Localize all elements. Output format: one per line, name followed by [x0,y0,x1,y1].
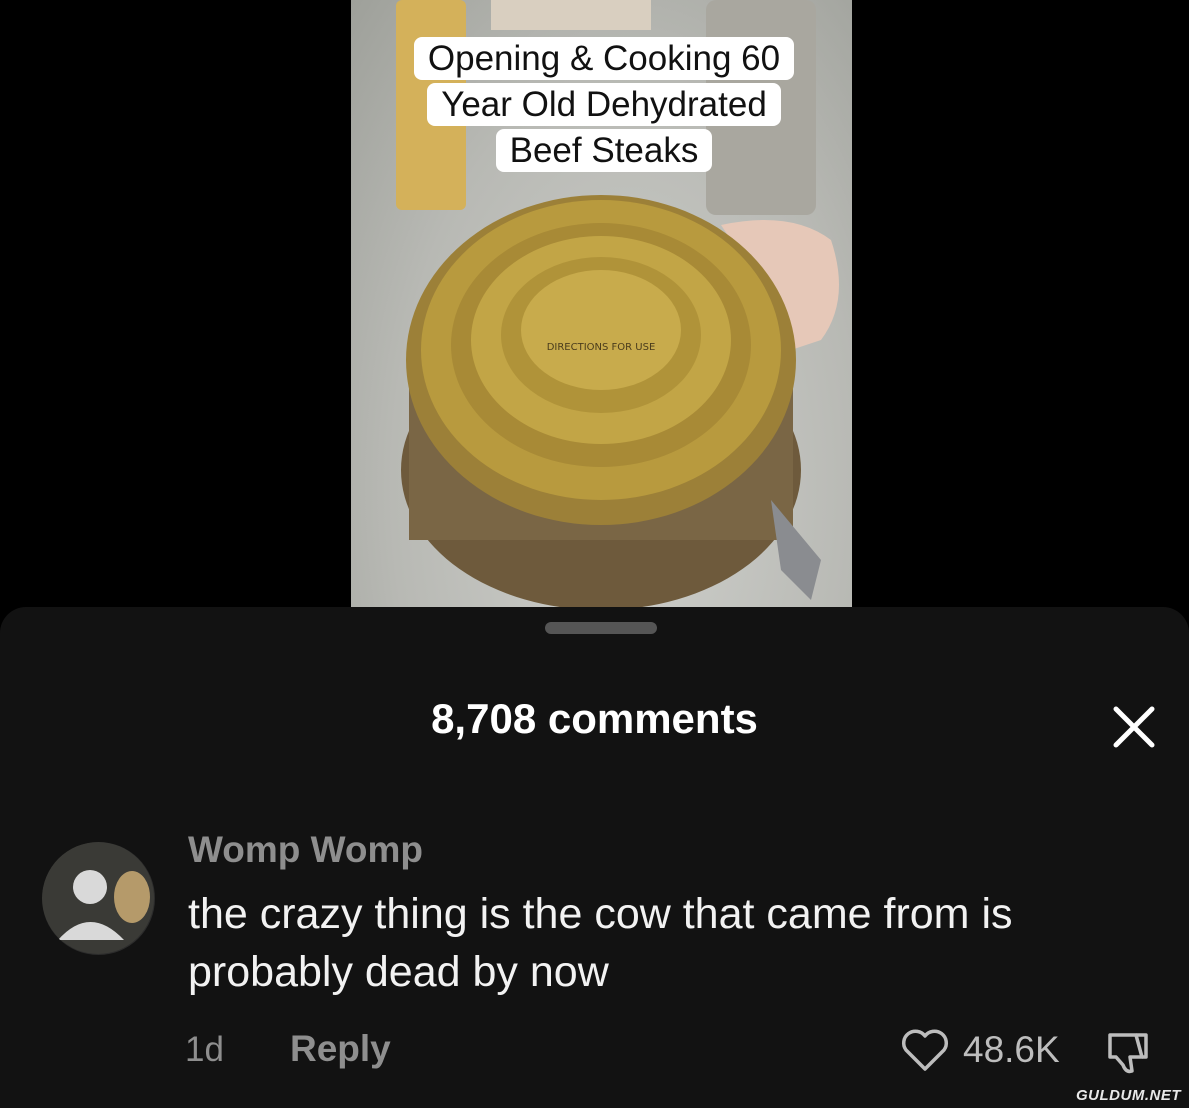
close-icon[interactable] [1106,699,1162,755]
comment-text: the crazy thing is the cow that came fro… [188,890,1013,996]
caption-line-3: Beef Steaks [495,129,713,172]
thumbs-down-icon[interactable] [1100,1025,1156,1081]
drag-handle[interactable] [545,622,657,634]
caption-line-2: Year Old Dehydrated [427,83,781,126]
video-thumbnail[interactable]: DIRECTIONS FOR USE Opening & Cooking 60 … [351,0,852,607]
comments-count: 8,708 comments [431,695,758,742]
avatar-image [42,842,154,954]
comment-age: 1d [185,1030,224,1069]
avatar[interactable] [42,842,155,955]
caption-line-1: Opening & Cooking 60 [413,37,795,80]
comments-sheet: 8,708 comments Womp Womp the crazy thing… [0,607,1189,1108]
svg-text:DIRECTIONS FOR USE: DIRECTIONS FOR USE [547,342,656,353]
watermark: GULDUM.NET [1076,1087,1181,1104]
comment-author[interactable]: Womp Womp [188,829,423,871]
heart-icon[interactable] [900,1025,950,1075]
reply-button[interactable]: Reply [290,1028,391,1070]
video-caption: Opening & Cooking 60 Year Old Dehydrated… [391,36,817,174]
like-count: 48.6K [963,1029,1060,1070]
